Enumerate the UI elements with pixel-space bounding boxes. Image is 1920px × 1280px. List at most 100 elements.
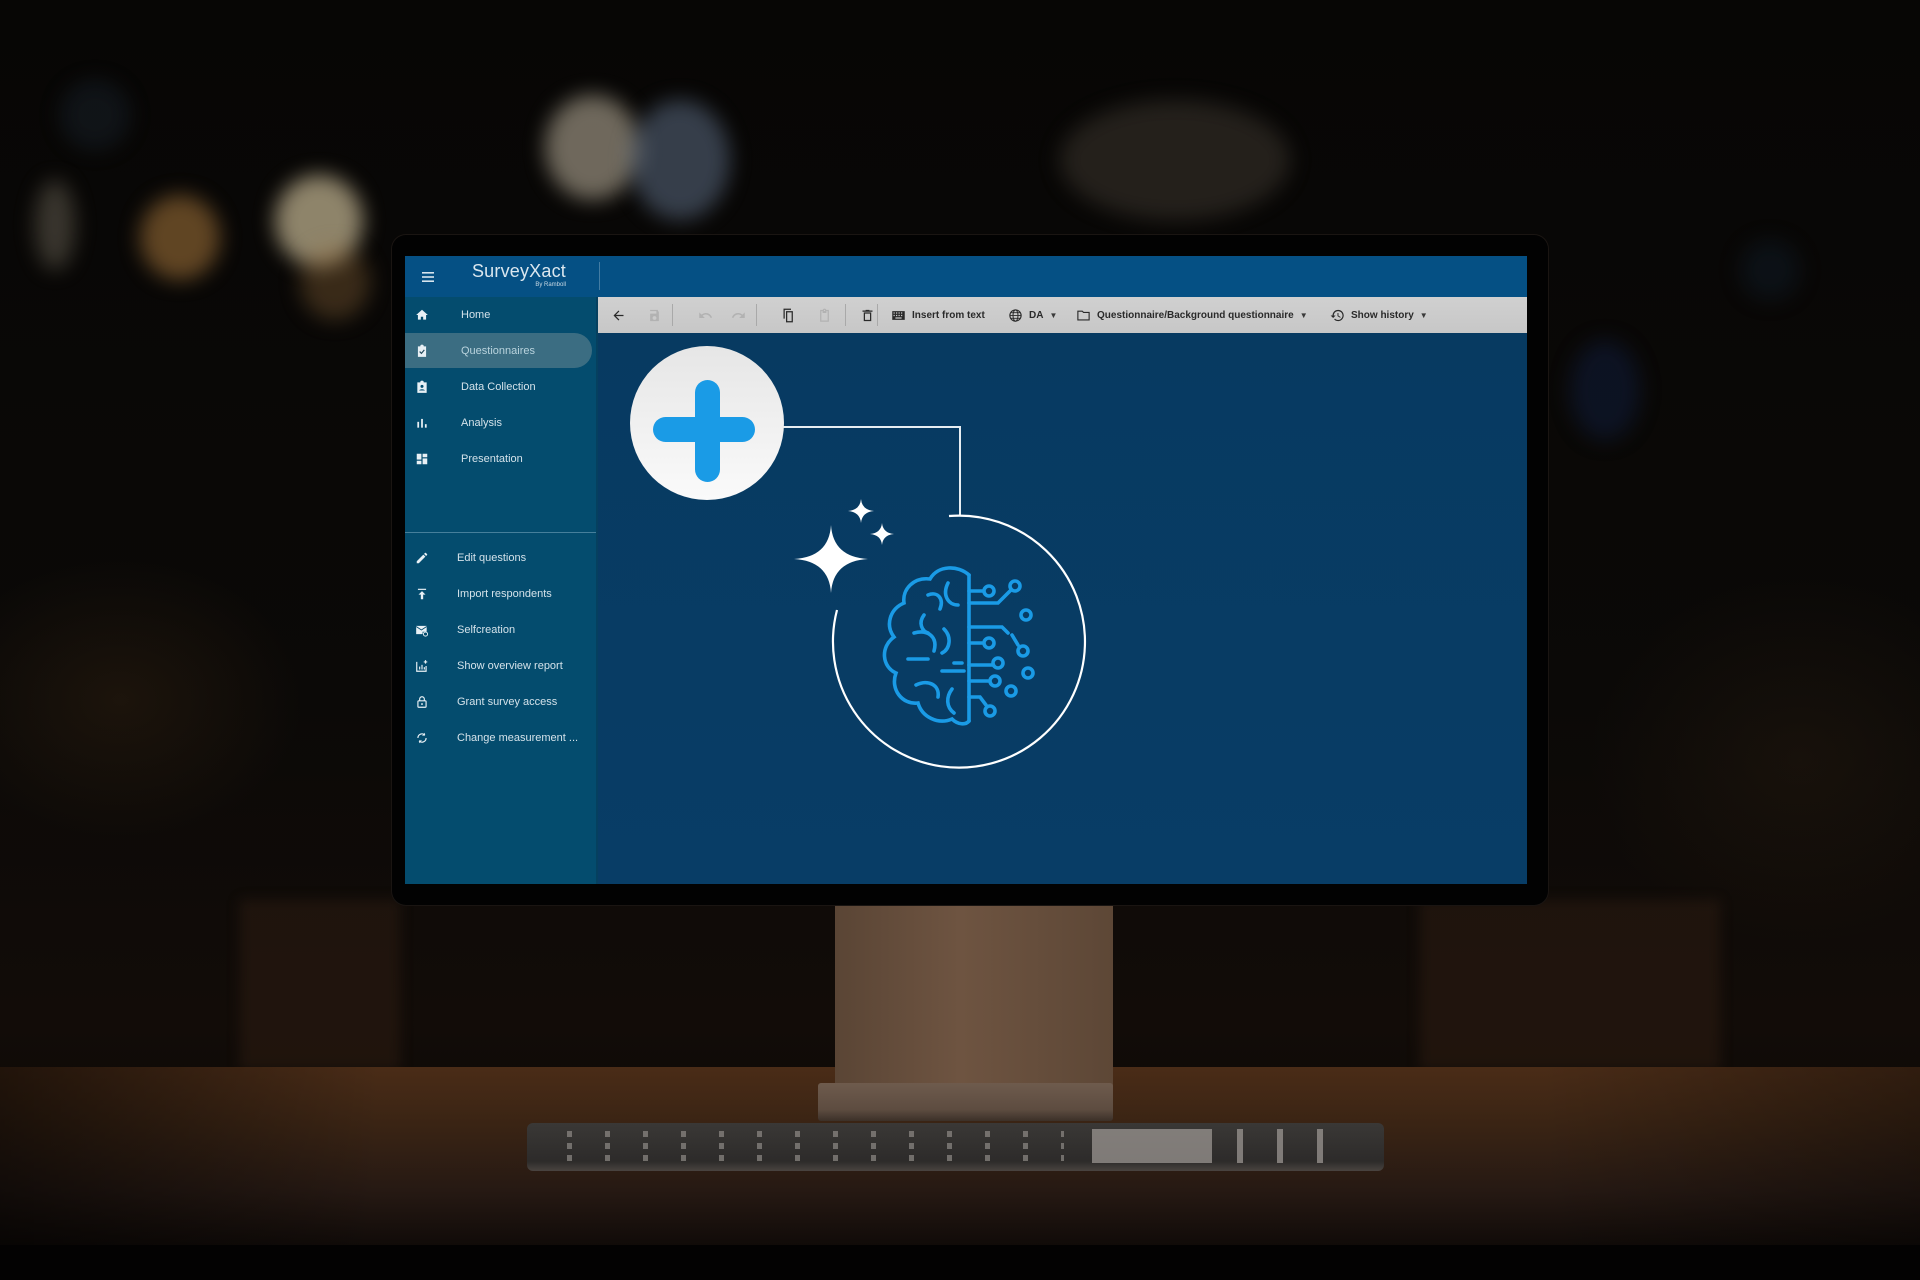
insert-from-text-button[interactable]: Insert from text — [891, 297, 985, 333]
caret-down-icon: ▼ — [1419, 310, 1428, 320]
main-content — [598, 333, 1527, 884]
sidebar-item-label: Grant survey access — [457, 695, 558, 708]
editor-toolbar: Insert from text DA ▼ Questionnaire/Back… — [598, 297, 1527, 334]
sidebar-item-home[interactable]: Home — [405, 297, 592, 332]
sidebar-item-label: Presentation — [461, 452, 523, 465]
sidebar-item-label: Questionnaires — [461, 344, 535, 357]
language-dropdown[interactable]: DA ▼ — [1008, 297, 1057, 333]
bokeh-light — [60, 80, 130, 150]
sidebar-item-label: Analysis — [461, 416, 502, 429]
app-byline: By Ramboll — [535, 282, 566, 288]
folder-icon — [1077, 310, 1090, 320]
sidebar-item-selfcreation[interactable]: Selfcreation — [405, 612, 592, 647]
arrow-left-icon — [613, 310, 624, 320]
app-logo[interactable]: SurveyXact By Ramboll — [466, 260, 566, 289]
sidebar-item-label: Edit questions — [457, 551, 527, 564]
sidebar-item-show-overview-report[interactable]: Show overview report — [405, 648, 592, 683]
sidebar: Home Questionnaires Data Collection Anal… — [405, 297, 596, 884]
sidebar-item-import-respondents[interactable]: Import respondents — [405, 576, 592, 611]
globe-icon — [1009, 308, 1022, 322]
show-history-dropdown[interactable]: Show history ▼ — [1330, 297, 1428, 333]
caret-down-icon: ▼ — [1299, 310, 1308, 320]
key-row — [567, 1131, 1064, 1137]
sidebar-item-label: Change measurement ... — [457, 731, 579, 744]
arrow-keys — [1092, 1129, 1212, 1163]
bokeh-light — [545, 95, 640, 200]
delete-button[interactable] — [860, 297, 875, 333]
paste-button[interactable] — [817, 297, 832, 333]
home-icon — [414, 307, 430, 323]
bokeh-light — [1060, 100, 1290, 220]
language-label: DA — [1029, 309, 1044, 321]
history-icon — [1330, 309, 1344, 321]
copy-button[interactable] — [781, 297, 796, 333]
save-button[interactable] — [647, 297, 662, 333]
redo-button[interactable] — [731, 297, 746, 333]
save-icon — [650, 309, 659, 321]
sidebar-item-presentation[interactable]: Presentation — [405, 441, 592, 476]
insert-from-text-label: Insert from text — [912, 309, 985, 321]
sidebar-item-change-measurement[interactable]: Change measurement ... — [405, 720, 592, 755]
back-button[interactable] — [611, 297, 626, 333]
sync-icon — [414, 730, 430, 746]
keyboard — [527, 1123, 1384, 1171]
toolbar-divider — [756, 304, 757, 326]
upload-icon — [414, 586, 430, 602]
numpad-key — [1237, 1129, 1243, 1163]
bokeh-light — [1740, 240, 1800, 300]
trash-icon — [862, 309, 873, 321]
plus-badge — [630, 346, 784, 500]
toolbar-divider — [672, 304, 673, 326]
sidebar-item-label: Show overview report — [457, 659, 563, 672]
sidebar-item-grant-survey-access[interactable]: Grant survey access — [405, 684, 592, 719]
monitor-stand-foot — [818, 1083, 1113, 1121]
folder-path-dropdown[interactable]: Questionnaire/Background questionnaire ▼ — [1076, 297, 1308, 333]
toolbar-divider — [845, 304, 846, 326]
pencil-icon — [414, 550, 430, 566]
sidebar-divider — [405, 532, 596, 533]
sidebar-item-analysis[interactable]: Analysis — [405, 405, 592, 440]
bokeh-light — [630, 100, 730, 220]
connector-line — [783, 426, 961, 516]
copy-icon — [783, 308, 793, 322]
sidebar-item-data-collection[interactable]: Data Collection — [405, 369, 592, 404]
bokeh-light — [35, 180, 75, 270]
sparkles-icon — [794, 499, 894, 593]
brain-circuit-icon — [882, 566, 1035, 726]
dashboard-icon — [414, 451, 430, 467]
show-history-label: Show history — [1351, 309, 1414, 321]
bottom-vignette — [0, 1245, 1920, 1280]
numpad-key — [1277, 1129, 1283, 1163]
bokeh-light — [300, 245, 370, 320]
bokeh-light — [140, 195, 220, 280]
shelf-right — [1420, 900, 1720, 1070]
mail-click-icon — [414, 622, 430, 638]
monitor-stand — [835, 905, 1113, 1095]
numpad-key — [1317, 1129, 1323, 1163]
app-header: SurveyXact By Ramboll — [405, 256, 1527, 297]
caret-down-icon: ▼ — [1049, 310, 1058, 320]
undo-icon — [699, 311, 713, 318]
sidebar-item-questionnaires[interactable]: Questionnaires — [405, 333, 592, 368]
ai-illustration — [630, 346, 1087, 769]
header-divider — [599, 262, 600, 290]
sidebar-item-label: Data Collection — [461, 380, 536, 393]
folder-path-label: Questionnaire/Background questionnaire — [1097, 309, 1294, 321]
outline-circle — [831, 514, 1087, 769]
sidebar-item-edit-questions[interactable]: Edit questions — [405, 540, 592, 575]
redo-icon — [731, 311, 745, 318]
bar-chart-icon — [414, 415, 430, 431]
undo-button[interactable] — [698, 297, 713, 333]
hamburger-menu-button[interactable] — [419, 268, 437, 286]
key-row — [567, 1143, 1064, 1149]
clipboard-check-icon — [414, 343, 430, 359]
shelf-left — [240, 900, 400, 1070]
paste-icon — [820, 308, 829, 322]
desk-shadow-left — [0, 1067, 380, 1257]
app-name: SurveyXact — [471, 261, 566, 281]
bokeh-light — [1570, 340, 1640, 440]
monitor-screen: SurveyXact By Ramboll Home Questionnaire… — [405, 256, 1527, 884]
toolbar-divider — [877, 304, 878, 326]
desk-shadow-right — [1540, 1067, 1920, 1257]
keyboard-icon — [892, 310, 905, 320]
